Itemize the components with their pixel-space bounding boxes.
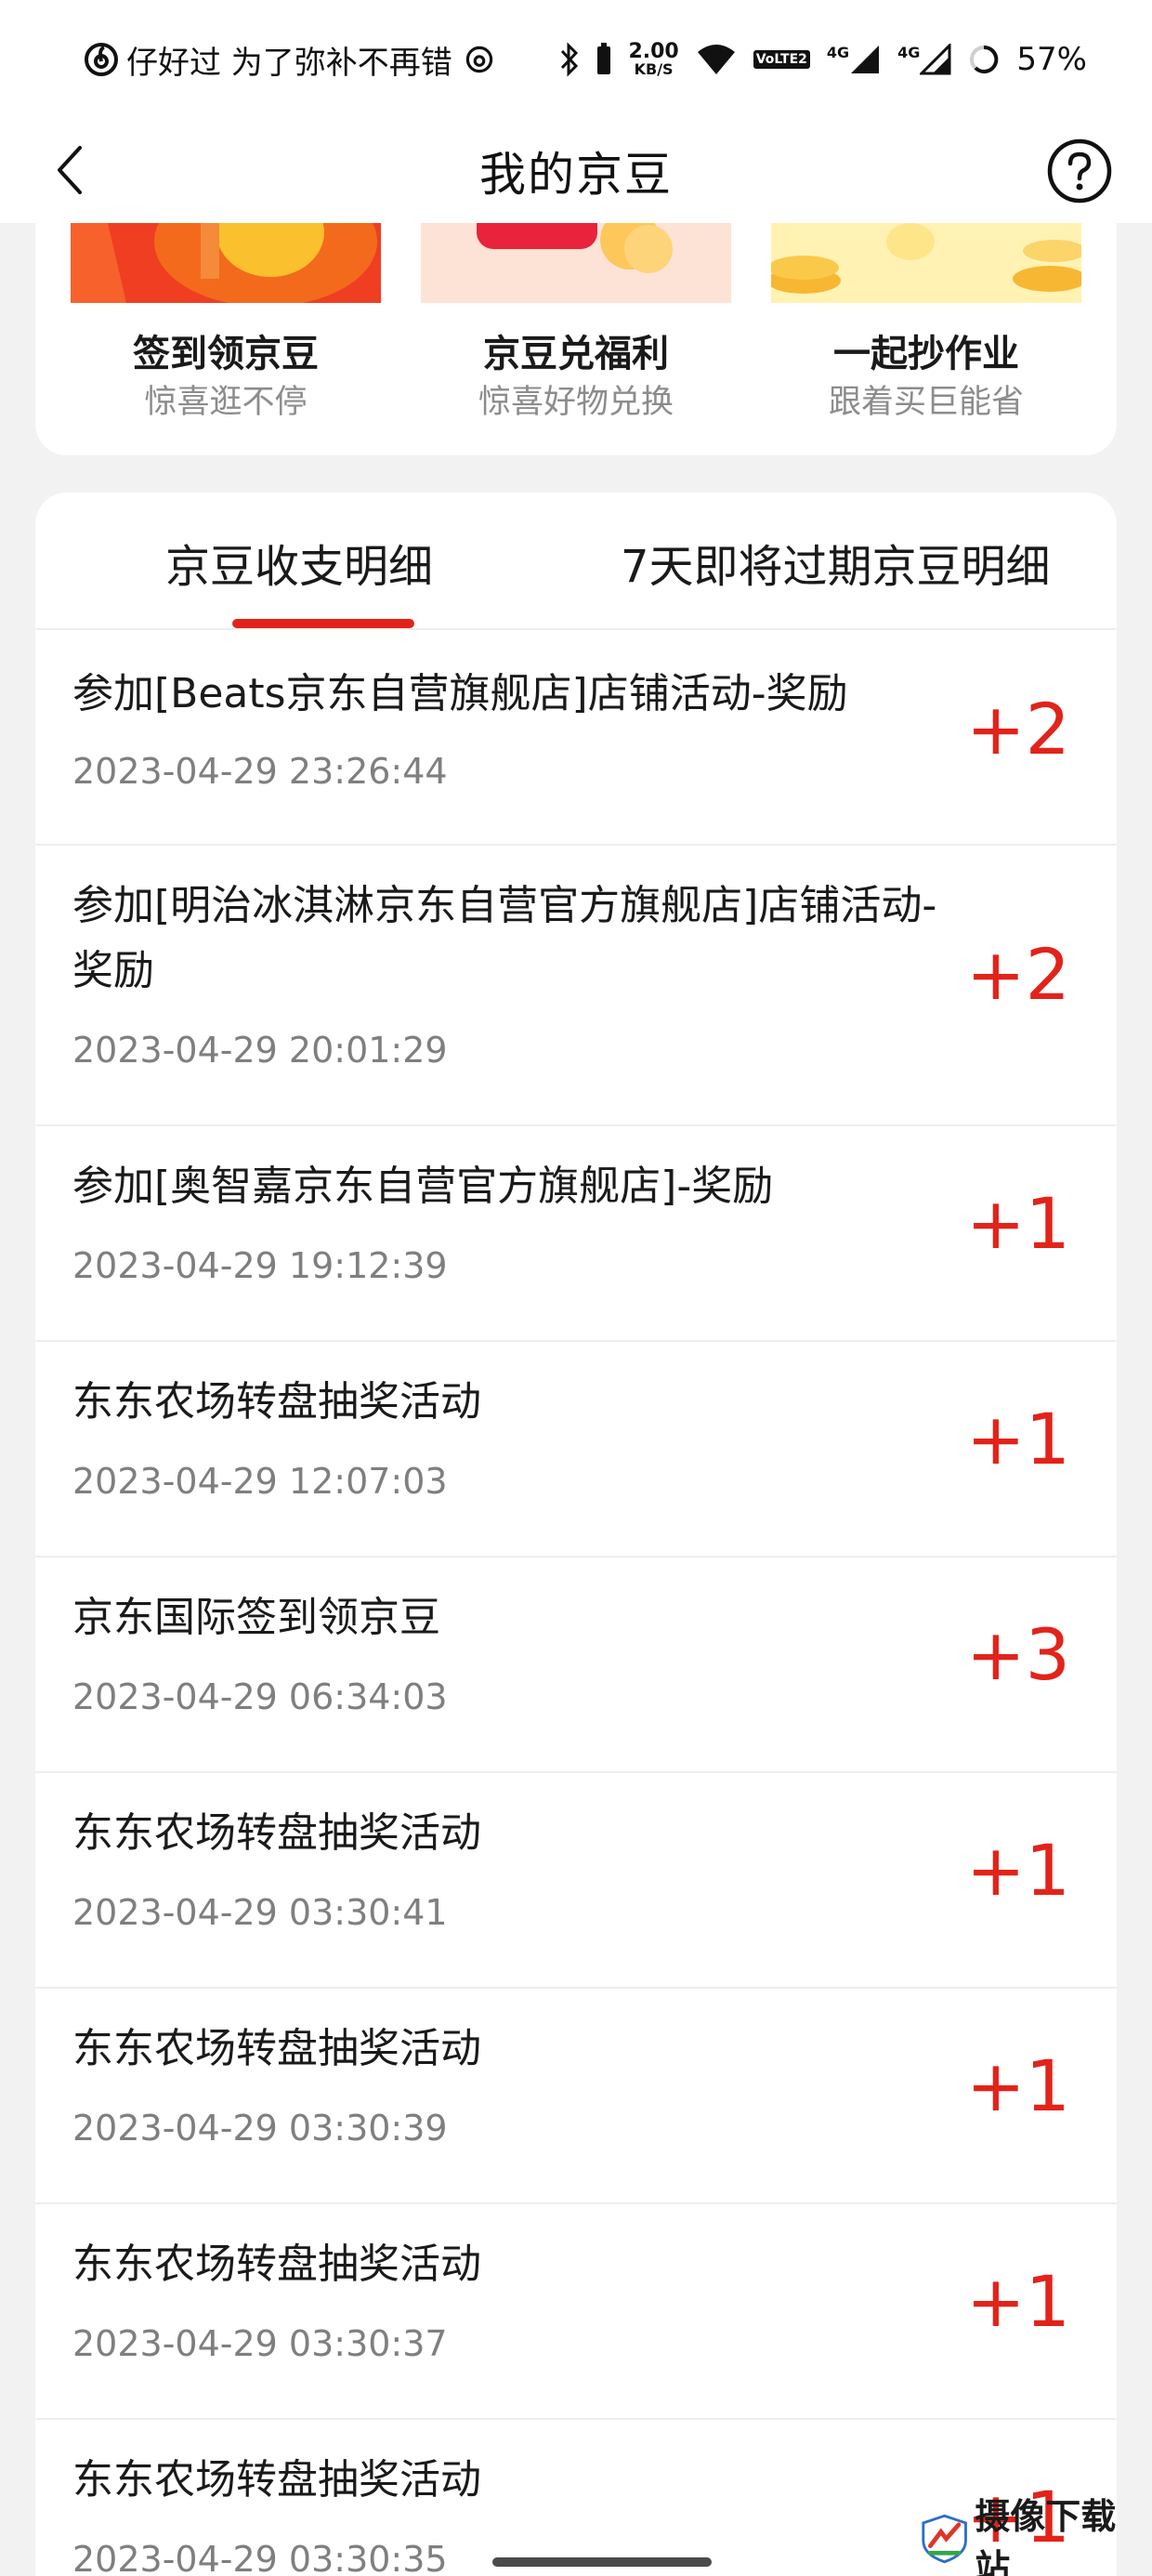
tab-expiring-7-days[interactable]: 7天即将过期京豆明细 xyxy=(621,530,1051,595)
activity-exchange[interactable]: 京豆兑福利 惊喜好物兑换 xyxy=(421,223,731,446)
record-time: 2023-04-29 19:12:39 xyxy=(72,1245,448,1286)
wifi-icon xyxy=(697,45,735,74)
activity-sign-in-title: 签到领京豆 xyxy=(133,333,319,375)
nav-bar: 我的京豆 xyxy=(0,119,1152,223)
net-speed: 2.00 KB/S xyxy=(628,42,678,77)
list-item[interactable]: 参加[Beats京东自营旗舰店]店铺活动-奖励 2023-04-29 23:26… xyxy=(35,632,1117,846)
record-title: 东东农场转盘抽奖活动 xyxy=(72,2456,481,2504)
record-time: 2023-04-29 12:07:03 xyxy=(72,1461,448,1502)
active-tab-indicator xyxy=(232,619,414,628)
record-time: 2023-04-29 06:34:03 xyxy=(72,1676,448,1717)
status-bar: 仔好过 为了弥补不再错 2.00 KB/S VoLTE2 4G 4G 57% xyxy=(0,0,1152,119)
bluetooth-icon xyxy=(561,42,579,77)
activity-exchange-image xyxy=(421,223,731,303)
record-title: 京东国际签到领京豆 xyxy=(72,1594,440,1641)
signal-icon-2 xyxy=(920,44,951,75)
status-song-text: 仔好过 为了弥补不再错 xyxy=(126,44,452,82)
activity-sign-in-image xyxy=(71,223,381,303)
volte-badge: VoLTE2 xyxy=(753,50,810,69)
signal-1: 4G xyxy=(827,44,881,75)
record-points: +3 xyxy=(965,1613,1070,1696)
net-speed-value: 2.00 xyxy=(628,40,679,63)
battery-small-icon xyxy=(597,43,611,74)
record-points: +1 xyxy=(965,1398,1070,1480)
watermark: 摄像下载站 xyxy=(920,2495,1143,2576)
list-item[interactable]: 参加[奥智嘉京东自营官方旗舰店]-奖励 2023-04-29 19:12:39 … xyxy=(35,1126,1117,1342)
record-points: +1 xyxy=(965,1182,1070,1265)
list-item[interactable]: 东东农场转盘抽奖活动 2023-04-29 03:30:37 +1 xyxy=(35,2204,1117,2420)
tab-bar: 京豆收支明细 7天即将过期京豆明细 xyxy=(35,493,1117,630)
back-button[interactable] xyxy=(37,138,102,203)
battery-ring-icon xyxy=(970,45,999,73)
question-circle-icon xyxy=(1047,138,1112,204)
record-points: +1 xyxy=(965,2044,1070,2127)
activity-sign-in[interactable]: 签到领京豆 惊喜逛不停 xyxy=(71,223,381,446)
record-title: 参加[奥智嘉京东自营官方旗舰店]-奖励 xyxy=(72,1163,774,1210)
net-speed-unit: KB/S xyxy=(634,60,674,78)
detail-panel: 京豆收支明细 7天即将过期京豆明细 参加[Beats京东自营旗舰店]店铺活动-奖… xyxy=(35,493,1117,2576)
list-item[interactable]: 东东农场转盘抽奖活动 2023-04-29 12:07:03 +1 xyxy=(35,1342,1117,1557)
activity-copy-homework-subtitle: 跟着买巨能省 xyxy=(828,384,1024,421)
record-title: 东东农场转盘抽奖活动 xyxy=(72,2241,481,2288)
activity-copy-homework-image xyxy=(771,223,1081,303)
records-list: 参加[Beats京东自营旗舰店]店铺活动-奖励 2023-04-29 23:26… xyxy=(35,632,1117,2576)
activity-copy-homework[interactable]: 一起抄作业 跟着买巨能省 xyxy=(771,223,1081,446)
record-time: 2023-04-29 20:01:29 xyxy=(72,1030,448,1071)
record-title: 参加[明治冰淇淋京东自营官方旗舰店]店铺活动-奖励 xyxy=(72,882,937,994)
record-points: +1 xyxy=(965,2260,1070,2343)
record-points: +2 xyxy=(965,933,1070,1016)
home-indicator[interactable] xyxy=(492,2557,712,2567)
battery-percent: 57% xyxy=(1016,41,1087,78)
netease-music-icon-2 xyxy=(465,46,493,73)
record-title: 东东农场转盘抽奖活动 xyxy=(72,1809,481,1857)
list-item[interactable]: 京东国际签到领京豆 2023-04-29 06:34:03 +3 xyxy=(35,1557,1117,1773)
help-button[interactable] xyxy=(1044,136,1115,206)
signal-2-label: 4G xyxy=(897,44,921,61)
record-title: 参加[Beats京东自营旗舰店]店铺活动-奖励 xyxy=(72,670,848,717)
watermark-logo-icon xyxy=(922,2514,967,2564)
record-title: 东东农场转盘抽奖活动 xyxy=(72,2025,481,2072)
record-time: 2023-04-29 03:30:39 xyxy=(72,2108,448,2149)
record-points: +1 xyxy=(965,1829,1070,1912)
activity-exchange-title: 京豆兑福利 xyxy=(483,333,669,375)
tab-income-expense[interactable]: 京豆收支明细 xyxy=(165,530,433,595)
netease-music-icon xyxy=(85,43,118,76)
status-right: 2.00 KB/S VoLTE2 4G 4G 57% xyxy=(559,41,1087,78)
activity-sign-in-subtitle: 惊喜逛不停 xyxy=(144,384,308,421)
chevron-left-icon xyxy=(58,146,82,194)
signal-1-label: 4G xyxy=(826,44,850,61)
activity-exchange-subtitle: 惊喜好物兑换 xyxy=(478,384,674,421)
activity-card: 签到领京豆 惊喜逛不停 京豆兑福利 惊喜好物兑换 一起抄作业 跟着买巨能省 xyxy=(35,223,1117,455)
activity-copy-homework-title: 一起抄作业 xyxy=(833,333,1019,375)
record-time: 2023-04-29 03:30:41 xyxy=(72,1892,448,1933)
watermark-text: 摄像下载站 xyxy=(975,2495,1117,2576)
record-time: 2023-04-29 23:26:44 xyxy=(72,751,448,792)
record-time: 2023-04-29 03:30:37 xyxy=(72,2323,448,2364)
signal-icon xyxy=(851,46,880,73)
list-item[interactable]: 东东农场转盘抽奖活动 2023-04-29 03:30:41 +1 xyxy=(35,1773,1117,1989)
status-left: 仔好过 为了弥补不再错 xyxy=(84,37,559,83)
record-time: 2023-04-29 03:30:35 xyxy=(72,2539,448,2576)
record-points: +2 xyxy=(965,688,1070,770)
signal-2: 4G xyxy=(897,44,951,75)
page-title: 我的京豆 xyxy=(479,148,673,202)
list-item[interactable]: 参加[明治冰淇淋京东自营官方旗舰店]店铺活动-奖励 2023-04-29 20:… xyxy=(35,846,1117,1126)
list-item[interactable]: 东东农场转盘抽奖活动 2023-04-29 03:30:39 +1 xyxy=(35,1989,1117,2204)
record-title: 东东农场转盘抽奖活动 xyxy=(72,1378,481,1426)
